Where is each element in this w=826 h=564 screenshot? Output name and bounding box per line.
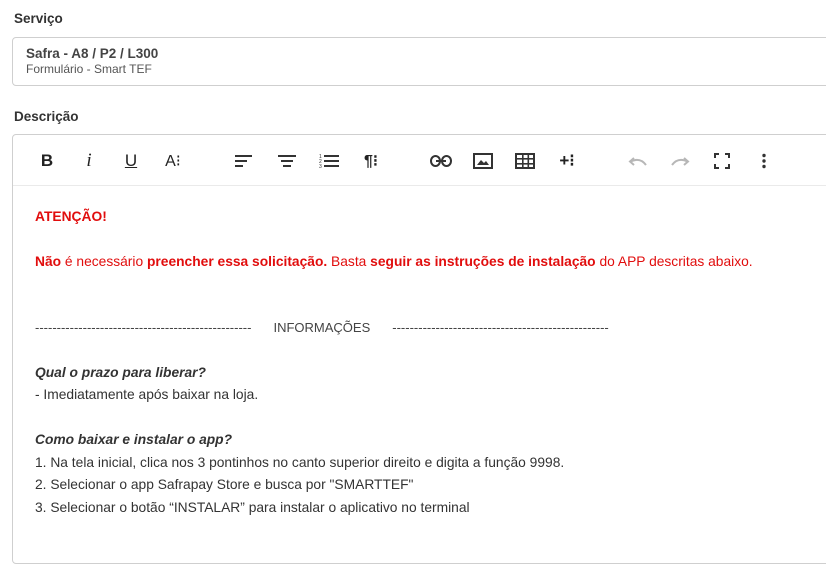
insert-image-button[interactable] bbox=[470, 148, 496, 174]
bold-button[interactable]: B bbox=[34, 148, 60, 174]
align-left-button[interactable] bbox=[231, 148, 257, 174]
notice-part: preencher essa solicitação. bbox=[146, 254, 328, 269]
redo-button[interactable] bbox=[667, 148, 693, 174]
answer-deadline: - Imediatamente após baixar na loja. bbox=[35, 387, 259, 402]
divider-dashes: ----------------------------------------… bbox=[35, 320, 252, 335]
table-icon bbox=[515, 153, 535, 169]
align-center-button[interactable] bbox=[274, 148, 300, 174]
service-select[interactable]: Safra - A8 / P2 / L300 Formulário - Smar… bbox=[12, 37, 826, 86]
ordered-list-icon: 123 bbox=[319, 154, 339, 169]
ordered-list-button[interactable]: 123 bbox=[316, 148, 342, 174]
insert-table-button[interactable] bbox=[512, 148, 538, 174]
question-install: Como baixar e instalar o app? bbox=[35, 432, 233, 447]
undo-button[interactable] bbox=[625, 148, 651, 174]
image-icon bbox=[473, 153, 493, 169]
divider-title: INFORMAÇÕES bbox=[273, 320, 371, 335]
attention-heading: ATENÇÃO! bbox=[35, 209, 107, 224]
redo-icon bbox=[671, 157, 690, 166]
divider-dashes: ----------------------------------------… bbox=[392, 320, 609, 335]
install-step: 2. Selecionar o app Safrapay Store e bus… bbox=[35, 477, 414, 492]
description-label: Descrição bbox=[14, 109, 79, 124]
notice-part: é necessário bbox=[61, 254, 147, 269]
service-subtitle: Formulário - Smart TEF bbox=[26, 62, 152, 76]
paragraph-format-button[interactable]: ¶⁝ bbox=[358, 148, 384, 174]
section-divider: ----------------------------------------… bbox=[35, 320, 609, 335]
install-step: 3. Selecionar o botão “INSTALAR” para in… bbox=[35, 500, 470, 515]
insert-more-button[interactable]: +⁝ bbox=[554, 148, 580, 174]
fullscreen-icon bbox=[714, 153, 730, 169]
notice-paragraph: Não é necessário preencher essa solicita… bbox=[35, 254, 753, 269]
underline-button[interactable]: U bbox=[118, 148, 144, 174]
insert-link-button[interactable] bbox=[428, 148, 454, 174]
align-left-icon bbox=[235, 155, 252, 167]
install-step: 1. Na tela inicial, clica nos 3 pontinho… bbox=[35, 455, 565, 470]
italic-button[interactable]: i bbox=[76, 148, 102, 174]
more-vertical-icon bbox=[762, 153, 766, 169]
notice-part: Basta bbox=[327, 254, 371, 269]
more-options-button[interactable] bbox=[751, 148, 777, 174]
rich-text-editor[interactable]: B i U A⁝ 123 ¶⁝ +⁝ ATENÇÃO! Não é necess… bbox=[12, 134, 826, 564]
svg-text:3: 3 bbox=[319, 164, 322, 169]
notice-part: seguir as instruções de instalação bbox=[370, 254, 596, 269]
link-icon bbox=[430, 155, 452, 167]
service-label: Serviço bbox=[14, 11, 63, 26]
fullscreen-button[interactable] bbox=[709, 148, 735, 174]
font-size-button[interactable]: A⁝ bbox=[160, 148, 186, 174]
align-center-icon bbox=[278, 155, 296, 167]
question-deadline: Qual o prazo para liberar? bbox=[35, 365, 206, 380]
service-title: Safra - A8 / P2 / L300 bbox=[26, 46, 159, 61]
notice-part: do APP descritas abaixo. bbox=[595, 254, 753, 269]
notice-part: Não bbox=[35, 254, 62, 269]
editor-toolbar: B i U A⁝ 123 ¶⁝ +⁝ bbox=[13, 135, 826, 186]
undo-icon bbox=[628, 157, 647, 166]
